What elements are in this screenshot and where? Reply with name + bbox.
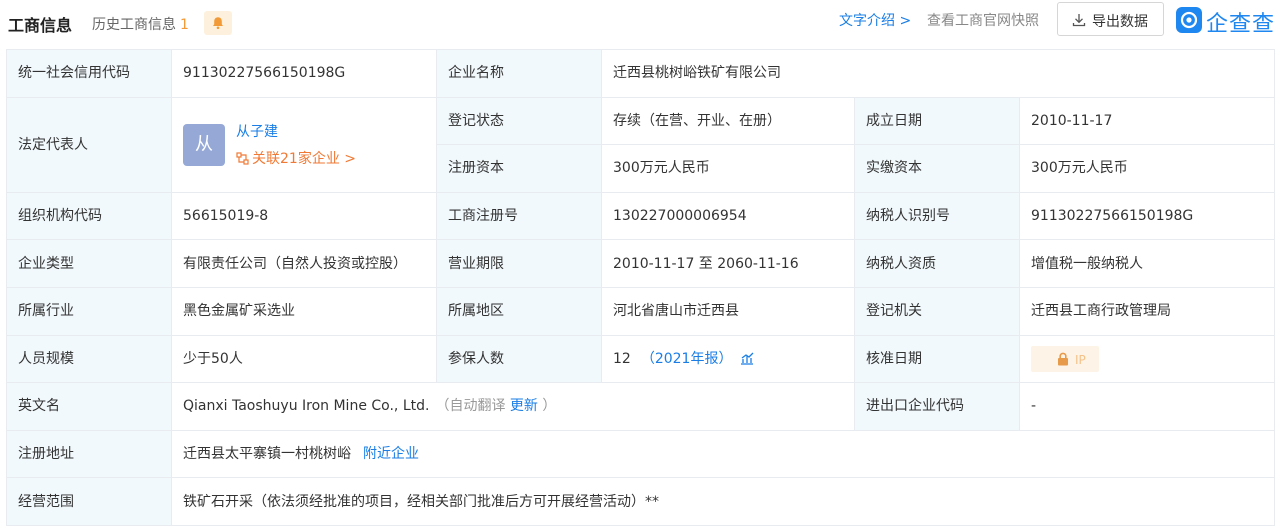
biz-reg-no-label: 工商注册号 (436, 191, 602, 241)
history-label: 历史工商信息 (92, 17, 176, 33)
export-data-button[interactable]: 导出数据 (1057, 2, 1164, 36)
reg-capital-value: 300万元人民币 (601, 144, 855, 193)
table-row: 企业类型 有限责任公司（自然人投资或控股） 营业期限 2010-11-17 至 … (6, 239, 1276, 288)
history-info-link[interactable]: 历史工商信息 1 (92, 14, 189, 34)
approve-date-label: 核准日期 (854, 334, 1020, 384)
export-label: 导出数据 (1092, 14, 1148, 30)
reg-authority-value: 迁西县工商行政管理局 (1018, 286, 1276, 336)
update-translation-link[interactable]: 更新 (510, 398, 538, 414)
industry-label: 所属行业 (6, 286, 172, 336)
reg-status-value: 存续（在营、开业、在册） (601, 96, 855, 146)
vip-locked-badge[interactable]: IP (1031, 345, 1099, 372)
text-intro-link[interactable]: 文字介绍 > (839, 10, 911, 30)
table-row: 统一社会信用代码 91130227566150198G 企业名称 迁西县桃树峪铁… (6, 49, 1276, 98)
taxpayer-id-label: 纳税人识别号 (854, 191, 1020, 241)
approve-date-cell: IP (1018, 334, 1276, 384)
reg-capital-label: 注册资本 (436, 144, 602, 193)
biz-term-value: 2010-11-17 至 2060-11-16 (601, 239, 855, 288)
taxpayer-qual-value: 增值税一般纳税人 (1018, 239, 1276, 288)
english-name-label: 英文名 (6, 382, 172, 431)
found-date-value: 2010-11-17 (1018, 96, 1276, 146)
insured-cell: 12 （2021年报） (601, 334, 855, 384)
related-companies-label: 关联21家企业 > (252, 150, 356, 167)
section-title: 工商信息 (8, 16, 73, 35)
annual-report-link[interactable]: （2021年报） (641, 351, 733, 367)
biz-reg-no-value: 130227000006954 (601, 191, 855, 241)
auto-translate-note: （自动翻译 (435, 398, 506, 415)
table-row: 所属行业 黑色金属矿采选业 所属地区 河北省唐山市迁西县 登记机关 迁西县工商行… (6, 286, 1276, 336)
business-info-table: 统一社会信用代码 91130227566150198G 企业名称 迁西县桃树峪铁… (6, 49, 1276, 526)
industry-value: 黑色金属矿采选业 (171, 286, 437, 336)
nearby-companies-link[interactable]: 附近企业 (363, 446, 419, 462)
relation-icon (236, 152, 249, 165)
found-date-label: 成立日期 (854, 96, 1020, 146)
staff-size-label: 人员规模 (6, 334, 172, 384)
org-code-label: 组织机构代码 (6, 191, 172, 241)
address-label: 注册地址 (6, 429, 172, 479)
section-header: 工商信息 历史工商信息 1 文字介绍 > 查看工商官网快照 导出数据 企查查 (0, 0, 1276, 44)
org-code-value: 56615019-8 (171, 191, 437, 241)
reg-status-label: 登记状态 (436, 96, 602, 146)
company-name-value: 迁西县桃树峪铁矿有限公司 (600, 49, 1276, 98)
insured-count: 12 (613, 350, 631, 367)
official-snapshot-link[interactable]: 查看工商官网快照 (927, 10, 1039, 30)
company-name-label: 企业名称 (436, 49, 602, 98)
auto-translate-close: ） (542, 398, 557, 415)
ie-code-value: - (1018, 382, 1276, 431)
taxpayer-id-value: 91130227566150198G (1018, 191, 1276, 241)
bell-button[interactable] (204, 11, 232, 35)
reg-authority-label: 登记机关 (854, 286, 1020, 336)
vip-text: IP (1075, 352, 1086, 367)
related-companies-link[interactable]: 关联21家企业 > (236, 149, 356, 169)
lock-icon (1058, 352, 1068, 366)
trend-chart-icon[interactable] (740, 352, 754, 365)
download-icon (1072, 14, 1086, 27)
table-row: 人员规模 少于50人 参保人数 12 （2021年报） 核准日期 IP (6, 334, 1276, 384)
biz-term-label: 营业期限 (436, 239, 602, 288)
english-name-cell: Qianxi Taoshuyu Iron Mine Co., Ltd. （自动翻译… (171, 382, 855, 431)
table-row: 英文名 Qianxi Taoshuyu Iron Mine Co., Ltd. （… (6, 382, 1276, 431)
address-value: 迁西县太平寨镇一村桃树峪 (183, 446, 351, 463)
ie-code-label: 进出口企业代码 (854, 382, 1020, 431)
history-count: 1 (180, 17, 189, 33)
taxpayer-qual-label: 纳税人资质 (854, 239, 1020, 288)
credit-code-label: 统一社会信用代码 (6, 49, 172, 98)
english-name-value: Qianxi Taoshuyu Iron Mine Co., Ltd. (183, 398, 430, 415)
staff-size-value: 少于50人 (171, 334, 437, 384)
bell-icon (213, 17, 223, 30)
region-value: 河北省唐山市迁西县 (601, 286, 855, 336)
address-cell: 迁西县太平寨镇一村桃树峪 附近企业 (170, 429, 1276, 479)
table-row: 经营范围 铁矿石开采（依法须经批准的项目，经相关部门批准后方可开展经营活动）** (6, 477, 1276, 526)
insured-label: 参保人数 (436, 334, 602, 384)
logo-icon (1176, 7, 1202, 33)
company-type-value: 有限责任公司（自然人投资或控股） (171, 239, 437, 288)
table-row: 组织机构代码 56615019-8 工商注册号 130227000006954 … (6, 191, 1276, 241)
legal-rep-label: 法定代表人 (6, 96, 172, 193)
legal-rep-cell: 从 从子建 关联21家企业 > (171, 96, 437, 193)
legal-rep-name-link[interactable]: 从子建 (236, 122, 278, 142)
scope-value: 铁矿石开采（依法须经批准的项目，经相关部门批准后方可开展经营活动）** (170, 477, 1276, 526)
table-row: 注册地址 迁西县太平寨镇一村桃树峪 附近企业 (6, 429, 1276, 479)
logo-text: 企查查 (1206, 12, 1276, 37)
region-label: 所属地区 (436, 286, 602, 336)
table-row: 法定代表人 从 从子建 关联21家企业 > 登记状态 存续（在营、开业、在册） … (6, 96, 1276, 193)
credit-code-value: 91130227566150198G (171, 49, 437, 98)
paid-capital-value: 300万元人民币 (1018, 144, 1276, 193)
scope-label: 经营范围 (6, 477, 172, 526)
avatar: 从 (183, 123, 225, 166)
company-type-label: 企业类型 (6, 239, 172, 288)
paid-capital-label: 实缴资本 (854, 144, 1020, 193)
